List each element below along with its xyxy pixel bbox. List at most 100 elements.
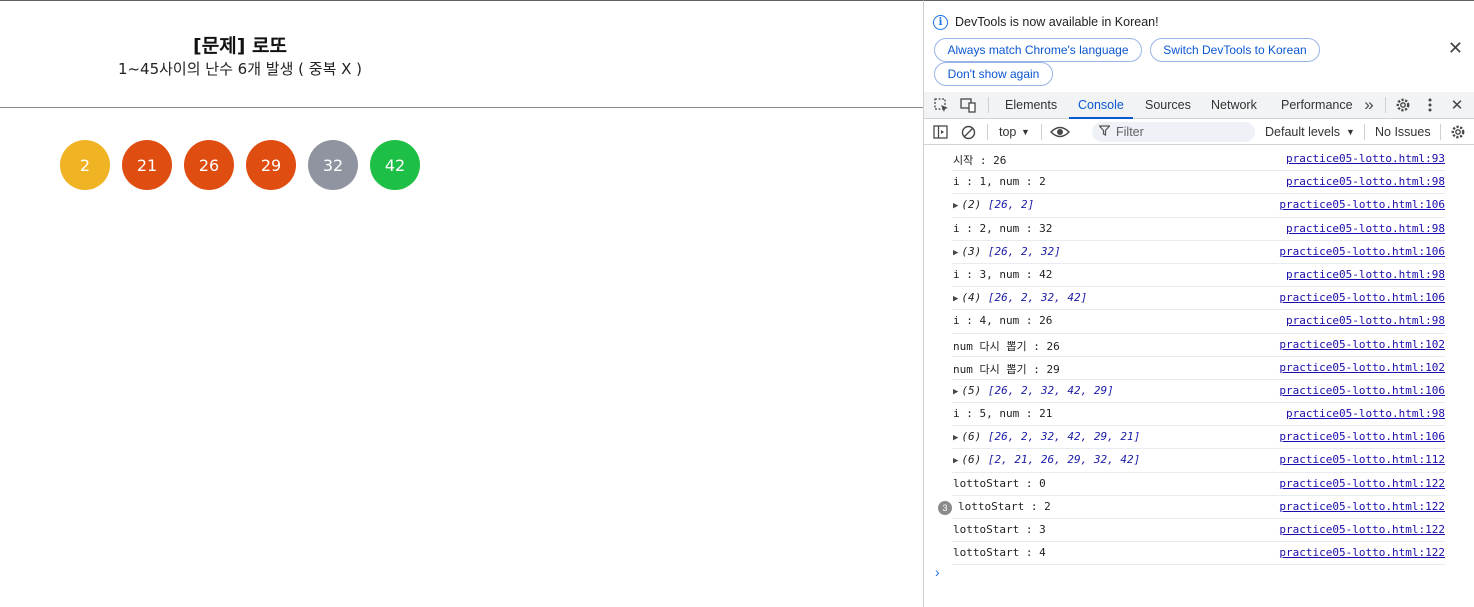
context-dropdown-icon[interactable]: ▼ <box>1021 127 1030 137</box>
lotto-ball: 42 <box>370 140 420 190</box>
filter-box <box>1092 122 1255 142</box>
console-message-row: i : 2, num : 32 practice05-lotto.html:98 <box>952 218 1445 241</box>
expand-triangle-icon[interactable]: ▶ <box>953 387 958 397</box>
levels-dropdown-icon[interactable]: ▼ <box>1346 127 1355 137</box>
array-preview: [26, 2] <box>987 198 1035 212</box>
console-message-row[interactable]: ▶ (2) [26, 2] practice05-lotto.html:106 <box>952 194 1445 218</box>
array-preview: [26, 2, 32, 42, 29] <box>987 383 1114 397</box>
tab-sources[interactable]: Sources <box>1145 92 1191 118</box>
array-length: (5) <box>961 383 982 397</box>
source-link[interactable]: practice05-lotto.html:122 <box>1279 477 1445 490</box>
sidebar-toggle-icon[interactable] <box>932 124 948 140</box>
array-preview: [2, 21, 26, 29, 32, 42] <box>987 453 1141 467</box>
array-preview: [26, 2, 32, 42, 29, 21] <box>987 430 1141 444</box>
log-message-text: num 다시 뽑기 : 26 <box>953 339 1060 353</box>
log-message-text: i : 5, num : 21 <box>953 407 1053 421</box>
source-link[interactable]: practice05-lotto.html:106 <box>1279 430 1445 443</box>
source-link[interactable]: practice05-lotto.html:112 <box>1279 453 1445 466</box>
infobar-message: DevTools is now available in Korean! <box>955 15 1159 29</box>
context-selector[interactable]: top <box>999 125 1016 139</box>
device-toolbar-icon[interactable] <box>960 97 976 113</box>
source-link[interactable]: practice05-lotto.html:98 <box>1286 175 1445 188</box>
source-link[interactable]: practice05-lotto.html:98 <box>1286 314 1445 327</box>
console-message-row: i : 1, num : 2 practice05-lotto.html:98 <box>952 171 1445 195</box>
tab-console[interactable]: Console <box>1069 92 1133 119</box>
kebab-menu-icon[interactable] <box>1422 97 1438 113</box>
filter-input[interactable] <box>1116 122 1246 142</box>
source-link[interactable]: practice05-lotto.html:122 <box>1279 523 1445 536</box>
lotto-ball: 2 <box>60 140 110 190</box>
console-prompt[interactable]: › <box>935 564 940 580</box>
repeat-count-badge: 3 <box>938 500 952 515</box>
array-length: (4) <box>961 291 982 305</box>
array-preview: [26, 2, 32, 42] <box>987 291 1088 305</box>
live-expression-eye-icon[interactable] <box>1050 124 1070 140</box>
console-message-row[interactable]: ▶ (3) [26, 2, 32] practice05-lotto.html:10… <box>952 241 1445 264</box>
log-message-text: i : 3, num : 42 <box>953 267 1053 281</box>
clear-console-icon[interactable] <box>960 124 976 140</box>
tab-elements[interactable]: Elements <box>1005 92 1057 118</box>
expand-triangle-icon[interactable]: ▶ <box>953 456 958 466</box>
source-link[interactable]: practice05-lotto.html:106 <box>1279 384 1445 397</box>
lotto-ball: 21 <box>122 140 172 190</box>
array-length: (6) <box>961 453 982 467</box>
array-log-message: ▶ (6) [2, 21, 26, 29, 32, 42] <box>953 453 1140 466</box>
log-levels-dropdown[interactable]: Default levels <box>1265 125 1340 139</box>
language-infobar: i DevTools is now available in Korean! A… <box>924 1 1474 92</box>
log-message-text: lottoStart : 4 <box>953 546 1046 560</box>
tab-network[interactable]: Network <box>1211 92 1257 118</box>
expand-triangle-icon[interactable]: ▶ <box>953 433 958 443</box>
console-message-row: i : 5, num : 21 practice05-lotto.html:98 <box>952 403 1445 427</box>
array-log-message: ▶ (3) [26, 2, 32] <box>953 245 1061 258</box>
array-log-message: ▶ (2) [26, 2] <box>953 198 1034 211</box>
console-message-row: i : 4, num : 26 practice05-lotto.html:98 <box>952 310 1445 334</box>
lotto-ball: 26 <box>184 140 234 190</box>
dont-show-again-button[interactable]: Don't show again <box>934 62 1053 86</box>
console-settings-gear-icon[interactable] <box>1450 124 1466 140</box>
console-message-row: 3 lottoStart : 2 practice05-lotto.html:122 <box>938 496 1445 519</box>
always-match-language-button[interactable]: Always match Chrome's language <box>934 38 1142 62</box>
page-header: [문제] 로또 1~45사이의 난수 6개 발생 ( 중복 X ) <box>0 1 923 108</box>
console-message-row: num 다시 뽑기 : 29 practice05-lotto.html:102 <box>952 357 1445 380</box>
devtools-tabbar: Elements Console Sources Network Perform… <box>924 92 1474 119</box>
source-link[interactable]: practice05-lotto.html:122 <box>1279 546 1445 559</box>
source-link[interactable]: practice05-lotto.html:106 <box>1279 245 1445 258</box>
lotto-ball: 32 <box>308 140 358 190</box>
source-link[interactable]: practice05-lotto.html:102 <box>1279 338 1445 351</box>
inspect-element-icon[interactable] <box>933 97 949 113</box>
log-message-text: lottoStart : 3 <box>953 523 1046 536</box>
issues-counter[interactable]: No Issues <box>1375 125 1431 139</box>
source-link[interactable]: practice05-lotto.html:93 <box>1286 152 1445 165</box>
expand-triangle-icon[interactable]: ▶ <box>953 294 958 304</box>
source-link[interactable]: practice05-lotto.html:98 <box>1286 268 1445 281</box>
filter-funnel-icon <box>1098 125 1111 139</box>
source-link[interactable]: practice05-lotto.html:106 <box>1279 198 1445 211</box>
source-link[interactable]: practice05-lotto.html:102 <box>1279 361 1445 374</box>
log-message-text: lottoStart : 2 <box>958 499 1051 513</box>
settings-gear-icon[interactable] <box>1395 97 1411 113</box>
console-message-row[interactable]: ▶ (6) [2, 21, 26, 29, 32, 42] practice05-l… <box>952 449 1445 473</box>
close-icon[interactable]: ✕ <box>1448 38 1463 59</box>
page-title: [문제] 로또 <box>193 35 287 57</box>
array-log-message: ▶ (6) [26, 2, 32, 42, 29, 21] <box>953 430 1140 443</box>
switch-devtools-korean-button[interactable]: Switch DevTools to Korean <box>1150 38 1320 62</box>
log-message-text: 시작 : 26 <box>953 154 1007 167</box>
source-link[interactable]: practice05-lotto.html:106 <box>1279 291 1445 304</box>
devtools-panel: i DevTools is now available in Korean! A… <box>923 0 1474 607</box>
tab-performance[interactable]: Performance <box>1281 92 1353 118</box>
log-message-text: i : 1, num : 2 <box>953 175 1046 189</box>
console-message-row: lottoStart : 0 practice05-lotto.html:122 <box>952 473 1445 496</box>
expand-triangle-icon[interactable]: ▶ <box>953 248 958 258</box>
array-length: (6) <box>961 430 982 444</box>
source-link[interactable]: practice05-lotto.html:98 <box>1286 222 1445 235</box>
close-devtools-icon[interactable]: ✕ <box>1449 97 1465 114</box>
console-message-row[interactable]: ▶ (6) [26, 2, 32, 42, 29, 21] practice05-l… <box>952 426 1445 450</box>
source-link[interactable]: practice05-lotto.html:122 <box>1279 500 1445 513</box>
expand-triangle-icon[interactable]: ▶ <box>953 201 958 211</box>
source-link[interactable]: practice05-lotto.html:98 <box>1286 407 1445 420</box>
console-message-row[interactable]: ▶ (5) [26, 2, 32, 42, 29] practice05-lotto… <box>952 380 1445 404</box>
more-tabs-icon[interactable]: » <box>1361 95 1377 114</box>
console-message-row[interactable]: ▶ (4) [26, 2, 32, 42] practice05-lotto.htm… <box>952 287 1445 311</box>
array-log-message: ▶ (4) [26, 2, 32, 42] <box>953 291 1087 304</box>
console-message-row: lottoStart : 3 practice05-lotto.html:122 <box>952 519 1445 543</box>
